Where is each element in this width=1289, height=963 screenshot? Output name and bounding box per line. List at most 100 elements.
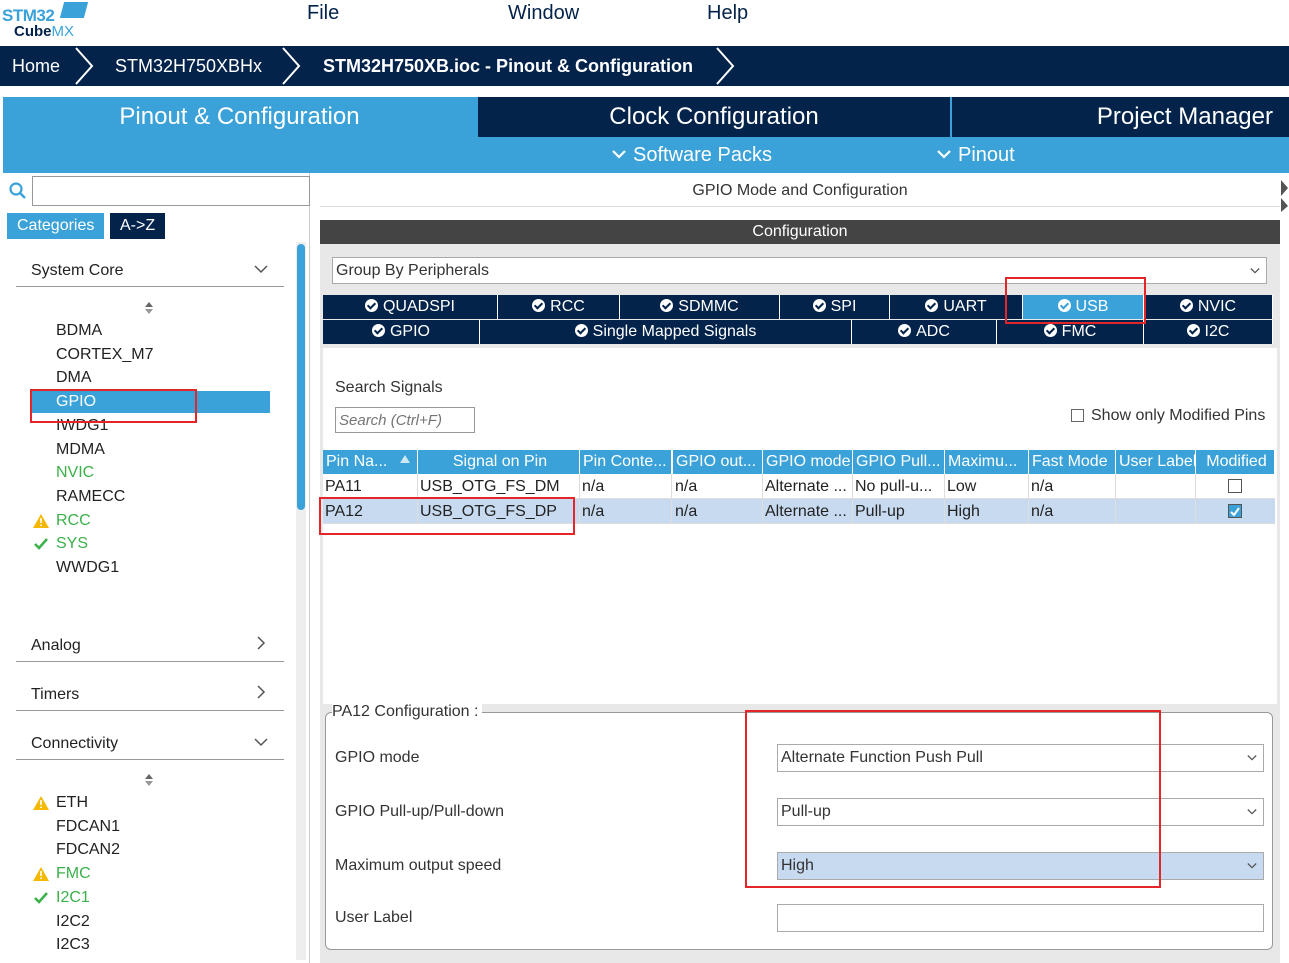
divider <box>16 286 284 287</box>
search-signals-input[interactable] <box>335 407 475 433</box>
table-header-6[interactable]: Maximu... <box>945 450 1029 474</box>
check-circle-icon <box>574 324 588 337</box>
table-cell <box>1116 474 1196 499</box>
peripheral-tab-single-mapped-signals[interactable]: Single Mapped Signals <box>480 320 852 344</box>
check-circle-icon <box>812 299 826 312</box>
table-cell: n/a <box>673 499 763 524</box>
pinout-dropdown[interactable]: Pinout <box>936 137 1015 173</box>
breadcrumb-project[interactable]: STM32H750XB.ioc - Pinout & Configuration <box>323 46 693 86</box>
sidebar-item-fdcan1[interactable]: FDCAN1 <box>56 818 120 836</box>
chevron-down-icon[interactable] <box>254 737 268 747</box>
left-scrollbar-thumb[interactable] <box>297 244 305 510</box>
table-header-3[interactable]: GPIO out... <box>673 450 763 474</box>
chevron-down-icon[interactable] <box>254 264 268 274</box>
highlight-box-gpio <box>30 389 197 423</box>
category-analog[interactable]: Analog <box>31 637 81 655</box>
table-cell: Pull-up <box>853 499 945 524</box>
check-circle-icon <box>364 299 378 312</box>
check-circle-icon <box>1179 299 1193 312</box>
sidebar-item-dma[interactable]: DMA <box>56 369 92 387</box>
left-panel <box>3 173 310 963</box>
show-modified-checkbox[interactable] <box>1071 409 1084 422</box>
table-header-9[interactable]: Modified <box>1196 450 1275 474</box>
table-header-7[interactable]: Fast Mode <box>1029 450 1116 474</box>
check-circle-icon <box>1043 324 1057 337</box>
peripheral-tab-quadspi[interactable]: QUADSPI <box>323 295 498 319</box>
sidebar-item-fdcan2[interactable]: FDCAN2 <box>56 841 120 859</box>
peripheral-tab-nvic[interactable]: NVIC <box>1144 295 1273 319</box>
chevron-right-icon[interactable] <box>256 685 266 699</box>
peripheral-tab-adc[interactable]: ADC <box>852 320 997 344</box>
peripheral-tab-uart[interactable]: UART <box>890 295 1023 319</box>
sidebar-item-i2c2[interactable]: I2C2 <box>56 913 90 931</box>
chevron-down-icon <box>1250 267 1260 274</box>
divider <box>16 661 284 662</box>
component-search-input[interactable] <box>32 176 310 206</box>
sidebar-item-nvic[interactable]: NVIC <box>56 464 94 482</box>
peripheral-tab-spi[interactable]: SPI <box>780 295 890 319</box>
table-header-1[interactable]: Signal on Pin <box>418 450 580 474</box>
table-cell: n/a <box>673 474 763 499</box>
breadcrumb-home[interactable]: Home <box>12 46 60 86</box>
peripheral-tab-label: FMC <box>1061 323 1097 340</box>
software-packs-label: Software Packs <box>633 144 772 166</box>
tab-project-manager[interactable]: Project Manager <box>952 97 1289 137</box>
sidebar-item-mdma[interactable]: MDMA <box>56 441 105 459</box>
tab-clock-configuration[interactable]: Clock Configuration <box>478 97 950 137</box>
sub-tabs: Software Packs Pinout <box>3 137 1289 173</box>
panel-title: GPIO Mode and Configuration <box>320 175 1280 207</box>
table-header-8[interactable]: User Label <box>1116 450 1196 474</box>
table-cell: Alternate ... <box>763 474 853 499</box>
category-timers[interactable]: Timers <box>31 686 79 704</box>
table-cell <box>1116 499 1196 524</box>
chevron-down-icon <box>1247 755 1257 761</box>
modified-checkbox[interactable] <box>1228 479 1242 493</box>
breadcrumb-mcu[interactable]: STM32H750XBHx <box>115 46 262 86</box>
peripheral-tab-label: NVIC <box>1197 298 1237 315</box>
table-header-4[interactable]: GPIO mode <box>763 450 853 474</box>
sidebar-item-eth[interactable]: ETH <box>56 794 88 812</box>
menu-help[interactable]: Help <box>707 2 748 25</box>
table-header-5[interactable]: GPIO Pull... <box>853 450 945 474</box>
sidebar-item-cortex_m7[interactable]: CORTEX_M7 <box>56 346 154 364</box>
collapse-arrow-icon[interactable] <box>1279 176 1289 212</box>
pin-field-label: GPIO Pull-up/Pull-down <box>335 803 504 820</box>
chevron-right-icon <box>282 47 301 85</box>
check-circle-icon <box>532 299 546 312</box>
tab-pinout-configuration[interactable]: Pinout & Configuration <box>3 97 476 137</box>
menu-window[interactable]: Window <box>508 2 579 25</box>
sidebar-item-ramecc[interactable]: RAMECC <box>56 488 125 506</box>
peripheral-tab-rcc[interactable]: RCC <box>498 295 620 319</box>
sidebar-item-i2c1[interactable]: I2C1 <box>56 889 90 907</box>
table-cell: High <box>945 499 1029 524</box>
user-label-input[interactable] <box>777 904 1264 932</box>
sidebar-item-rcc[interactable]: RCC <box>56 512 91 530</box>
sidebar-item-i2c3[interactable]: I2C3 <box>56 936 90 954</box>
menu-file[interactable]: File <box>307 2 339 25</box>
highlight-box-usb-tab <box>1005 277 1146 324</box>
category-system-core[interactable]: System Core <box>31 262 123 280</box>
tab-categories[interactable]: Categories <box>7 213 105 239</box>
sort-ascending-icon[interactable] <box>400 455 410 463</box>
highlight-box-pin-config <box>745 710 1161 888</box>
tab-a-z[interactable]: A->Z <box>110 213 166 239</box>
chevron-right-icon[interactable] <box>256 636 266 650</box>
main-tabs: Pinout & Configuration Clock Configurati… <box>3 97 1289 137</box>
sidebar-item-bdma[interactable]: BDMA <box>56 322 102 340</box>
peripheral-tab-gpio[interactable]: GPIO <box>323 320 480 344</box>
sidebar-item-sys[interactable]: SYS <box>56 535 88 553</box>
sidebar-item-fmc[interactable]: FMC <box>56 865 91 883</box>
pin-field-label: GPIO mode <box>335 749 420 766</box>
show-modified-label: Show only Modified Pins <box>1091 407 1266 424</box>
category-connectivity[interactable]: Connectivity <box>31 735 118 753</box>
peripheral-tab-label: GPIO <box>389 323 430 340</box>
table-header-2[interactable]: Pin Conte... <box>580 450 672 474</box>
chevron-down-icon <box>612 150 626 159</box>
table-cell: n/a <box>1029 474 1116 499</box>
peripheral-tab-i2c[interactable]: I2C <box>1144 320 1273 344</box>
software-packs-dropdown[interactable]: Software Packs <box>611 137 772 173</box>
modified-checkbox[interactable] <box>1228 504 1242 518</box>
sidebar-item-wwdg1[interactable]: WWDG1 <box>56 559 119 577</box>
menu-bar: STM32 CubeMX File Window Help <box>0 0 1289 46</box>
peripheral-tab-sdmmc[interactable]: SDMMC <box>620 295 780 319</box>
